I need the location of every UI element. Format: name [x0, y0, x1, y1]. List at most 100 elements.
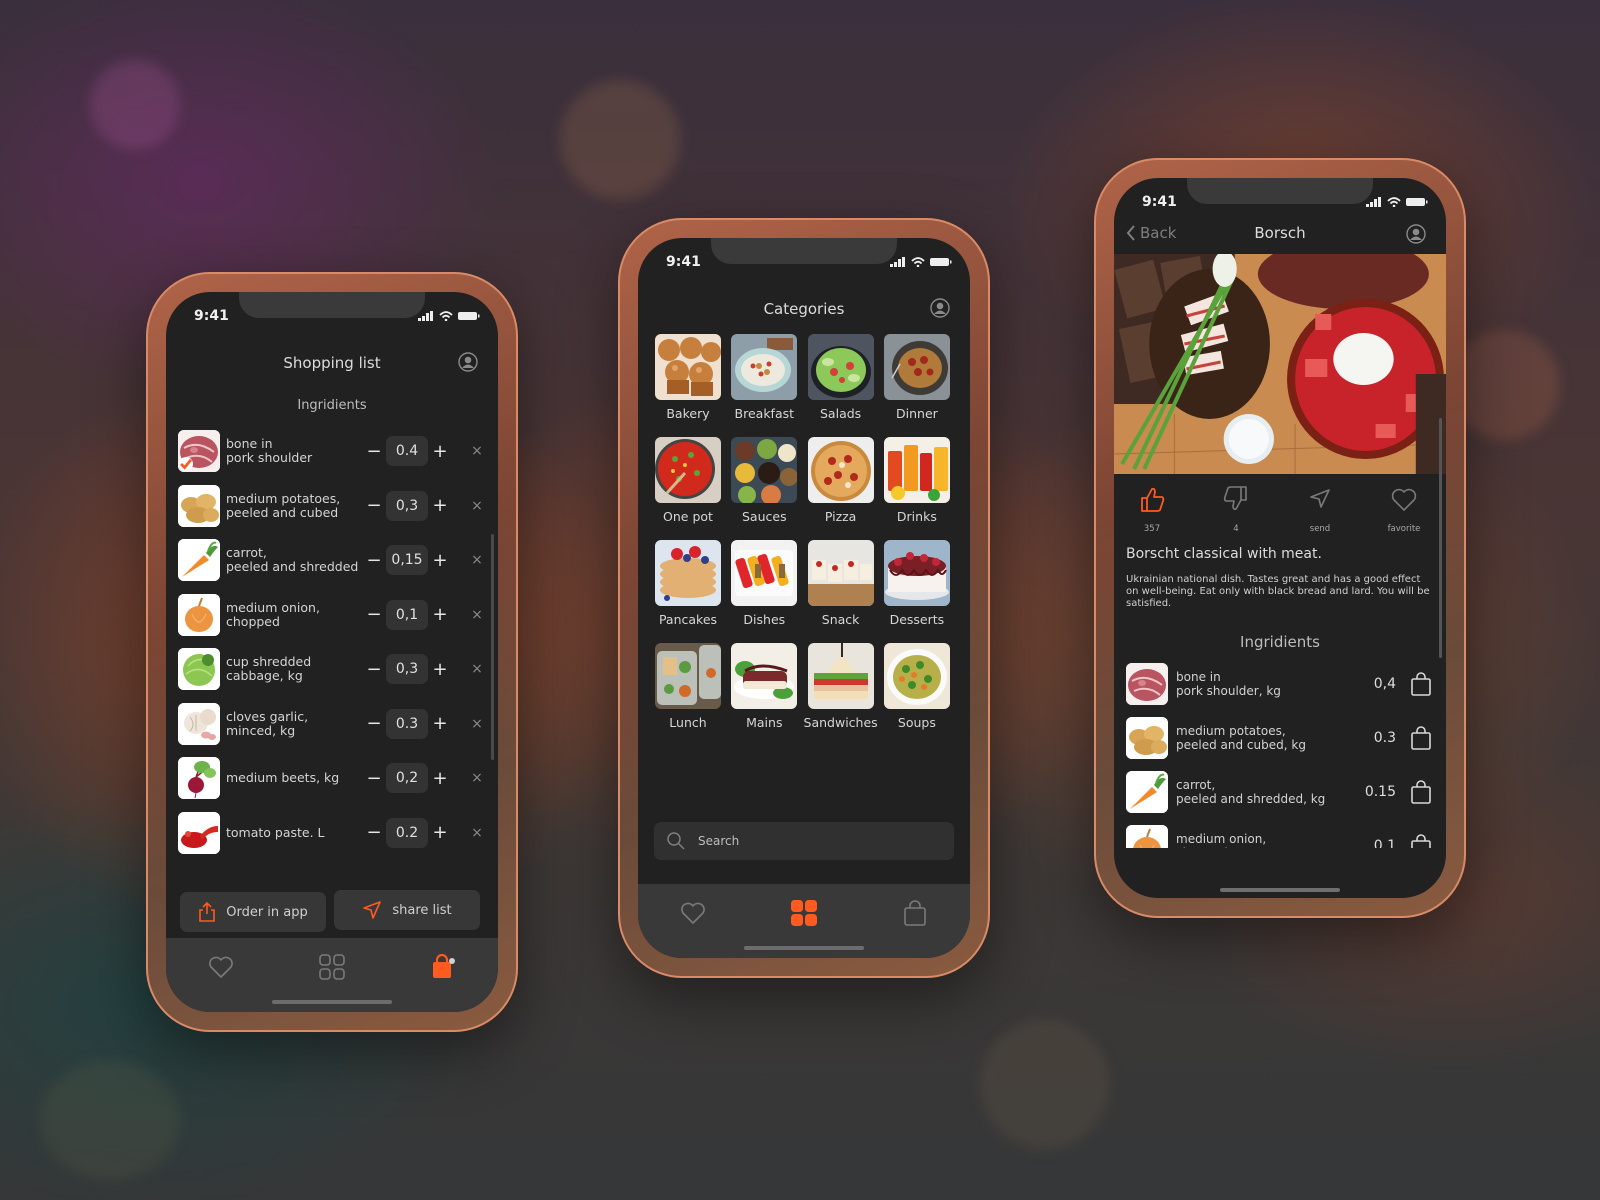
- ingredient-thumbnail: [178, 757, 220, 799]
- decrease-button[interactable]: −: [366, 550, 382, 571]
- ingredient-name: medium beets, kg: [226, 770, 340, 785]
- category-tile-lunch[interactable]: Lunch: [655, 643, 721, 730]
- decrease-button[interactable]: −: [366, 441, 382, 462]
- category-tile-sandwiches[interactable]: Sandwiches: [804, 643, 878, 730]
- decrease-button[interactable]: −: [366, 495, 382, 516]
- tab-favorites[interactable]: [206, 952, 236, 982]
- category-tile-mains[interactable]: Mains: [731, 643, 798, 730]
- add-to-cart-bag-icon[interactable]: [1410, 833, 1432, 848]
- category-tile-pizza[interactable]: Pizza: [807, 437, 874, 524]
- tab-favorites[interactable]: [678, 898, 708, 928]
- quantity-value[interactable]: 0.4: [386, 436, 428, 466]
- tab-categories[interactable]: [317, 952, 347, 982]
- dislike-button[interactable]: 4: [1206, 484, 1266, 534]
- checked-icon[interactable]: [179, 457, 193, 471]
- ingredient-name: medium potatoes, peeled and cubed: [226, 490, 341, 520]
- remove-item-button[interactable]: ×: [468, 552, 486, 568]
- ingredient-thumbnail: [178, 539, 220, 581]
- remove-item-button[interactable]: ×: [468, 498, 486, 514]
- category-tile-sauces[interactable]: Sauces: [731, 437, 798, 524]
- favorite-button[interactable]: favorite: [1374, 484, 1434, 534]
- quantity-value[interactable]: 0,3: [386, 654, 428, 684]
- category-label: Mains: [746, 715, 783, 730]
- share-list-button[interactable]: share list: [334, 890, 480, 930]
- ingredient-name: cup shredded cabbage, kg: [226, 654, 312, 683]
- category-tile-snack[interactable]: Snack: [807, 540, 874, 627]
- category-tile-breakfast[interactable]: Breakfast: [731, 334, 798, 421]
- remove-item-button[interactable]: ×: [468, 825, 486, 841]
- scrollbar[interactable]: [1439, 418, 1442, 658]
- quantity-stepper: −0,3 +: [366, 654, 448, 684]
- profile-icon[interactable]: [1406, 224, 1426, 244]
- increase-button[interactable]: +: [432, 550, 448, 571]
- send-button[interactable]: send: [1290, 484, 1350, 534]
- category-image: [655, 540, 721, 606]
- heart-icon: [1391, 488, 1417, 511]
- tab-shopping-cart[interactable]: [900, 898, 930, 928]
- decrease-button[interactable]: −: [366, 659, 382, 680]
- category-tile-dinner[interactable]: Dinner: [883, 334, 950, 421]
- remove-item-button[interactable]: ×: [468, 661, 486, 677]
- search-bar[interactable]: [654, 822, 954, 860]
- cellular-signal-icon: [1366, 197, 1381, 207]
- add-to-cart-bag-icon[interactable]: [1410, 779, 1432, 805]
- quantity-value[interactable]: 0,15: [386, 545, 428, 575]
- decrease-button[interactable]: −: [366, 768, 382, 789]
- increase-button[interactable]: +: [432, 604, 448, 625]
- category-tile-bakery[interactable]: Bakery: [655, 334, 721, 421]
- shopping-list-item: cup shredded cabbage, kg −0,3 + ×: [178, 646, 486, 692]
- ingredient-image: [1126, 663, 1168, 705]
- category-image: [807, 334, 874, 400]
- send-arrow-icon: [363, 901, 382, 919]
- increase-button[interactable]: +: [432, 713, 448, 734]
- add-to-cart-bag-icon[interactable]: [1410, 725, 1432, 751]
- ingredient-thumbnail: [178, 484, 220, 527]
- remove-item-button[interactable]: ×: [468, 607, 486, 623]
- scrollbar[interactable]: [491, 534, 494, 760]
- decrease-button[interactable]: −: [366, 822, 382, 843]
- category-image: [731, 540, 798, 606]
- favorite-count: favorite: [1387, 524, 1421, 534]
- increase-button[interactable]: +: [432, 495, 448, 516]
- quantity-value[interactable]: 0.2: [386, 817, 428, 848]
- tab-shopping-cart[interactable]: [428, 952, 458, 982]
- category-label: Pizza: [824, 509, 857, 524]
- decrease-button[interactable]: −: [366, 713, 382, 734]
- profile-icon[interactable]: [930, 298, 950, 318]
- bokeh-light: [40, 1060, 180, 1180]
- quantity-stepper: −0,2 +: [366, 763, 448, 793]
- search-input[interactable]: [698, 834, 898, 848]
- ingredient-thumbnail: [1126, 825, 1168, 848]
- increase-button[interactable]: +: [432, 822, 448, 843]
- category-tile-salads[interactable]: Salads: [807, 334, 874, 421]
- ingredient-thumbnail: [178, 648, 220, 690]
- category-tile-pancakes[interactable]: Pancakes: [655, 540, 721, 627]
- decrease-button[interactable]: −: [366, 604, 382, 625]
- profile-icon[interactable]: [458, 352, 478, 372]
- category-tile-soups[interactable]: Soups: [883, 643, 950, 730]
- quantity-value[interactable]: 0,3: [386, 490, 428, 521]
- phone-categories: 9:41 Categories Bakery Breakfast Salads Din…: [618, 218, 990, 978]
- shopping-list-item: carrot, peeled and shredded −0,15 + ×: [178, 537, 486, 583]
- category-tile-desserts[interactable]: Desserts: [883, 540, 950, 627]
- category-label: Drinks: [896, 509, 937, 524]
- category-tile-onepot[interactable]: One pot: [655, 437, 721, 524]
- increase-button[interactable]: +: [432, 768, 448, 789]
- remove-item-button[interactable]: ×: [468, 770, 486, 786]
- category-tile-dishes[interactable]: Dishes: [731, 540, 798, 627]
- tab-categories[interactable]: [789, 898, 819, 928]
- category-tile-drinks[interactable]: Drinks: [883, 437, 950, 524]
- status-bar: 9:41: [1142, 192, 1428, 212]
- increase-button[interactable]: +: [432, 441, 448, 462]
- increase-button[interactable]: +: [432, 659, 448, 680]
- quantity-value[interactable]: 0.3: [386, 708, 428, 739]
- category-image: [655, 334, 721, 400]
- remove-item-button[interactable]: ×: [468, 716, 486, 732]
- like-button[interactable]: 357: [1122, 484, 1182, 534]
- quantity-value[interactable]: 0,2: [386, 763, 428, 793]
- remove-item-button[interactable]: ×: [468, 443, 486, 459]
- order-in-app-button[interactable]: Order in app: [180, 892, 326, 932]
- category-image: [655, 437, 721, 503]
- quantity-value[interactable]: 0,1: [386, 599, 428, 630]
- add-to-cart-bag-icon[interactable]: [1410, 671, 1432, 697]
